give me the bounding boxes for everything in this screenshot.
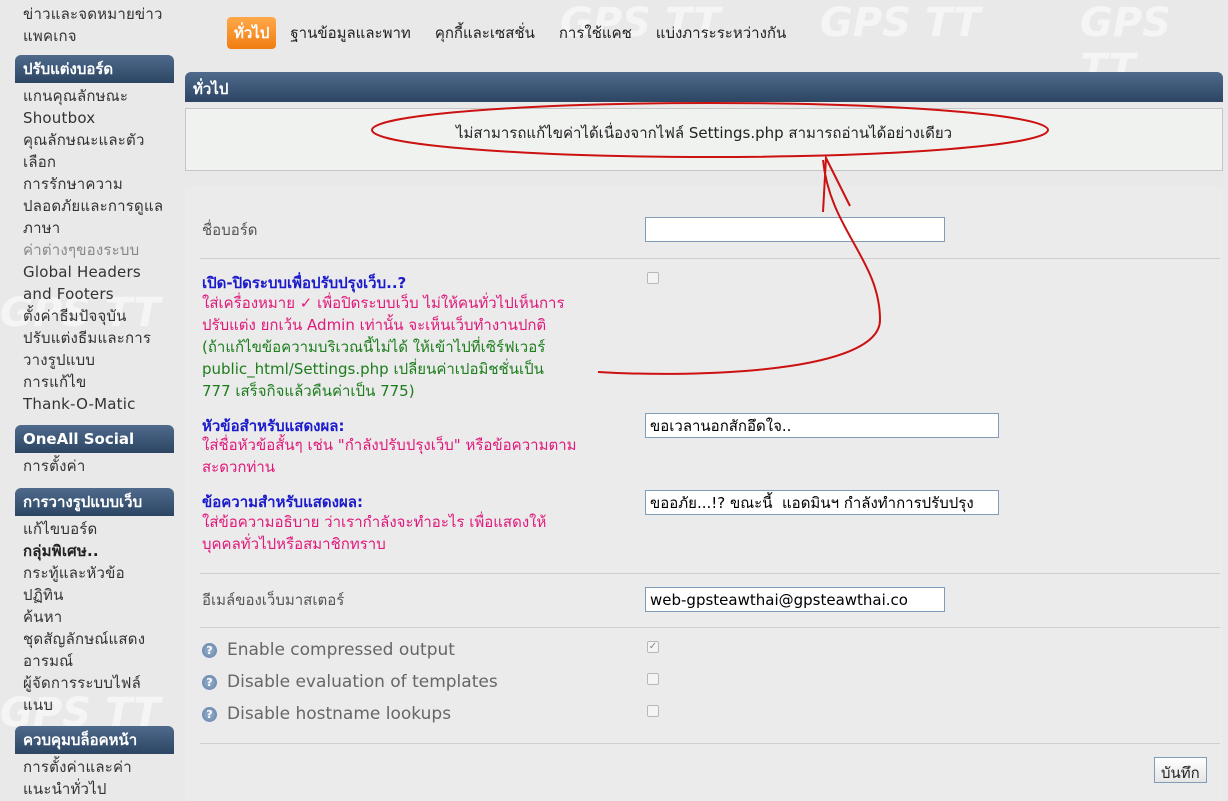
divider xyxy=(200,258,1220,259)
sidebar-item-calendar[interactable]: ปฏิทิน xyxy=(23,584,174,606)
tab-cookies-sessions[interactable]: คุกกี้และเซสชั่น xyxy=(435,21,535,45)
webmaster-email-label: อีเมล์ของเว็บมาสเตอร์ xyxy=(202,591,345,609)
board-name-input[interactable] xyxy=(645,217,945,242)
sidebar-item-special-groups[interactable]: กลุ่มพิเศษ.. xyxy=(23,540,174,562)
compressed-output-checkbox[interactable]: ✓ xyxy=(647,641,659,653)
sidebar-item-portal-settings-cont[interactable]: แนะนำทั่วไป xyxy=(23,778,174,800)
sidebar-item-core-features[interactable]: แกนคุณลักษณะ xyxy=(23,85,174,107)
sidebar-item-packages[interactable]: แพคเกจ xyxy=(23,24,163,48)
sidebar-item-features-options[interactable]: คุณลักษณะและตัว xyxy=(23,129,174,151)
main-content: ทั่วไป ไม่สามารถแก้ไขค่าได้เนื่องจากไฟล์… xyxy=(185,72,1223,171)
sidebar-item-security[interactable]: การรักษาความ xyxy=(23,173,174,195)
option-label: Disable evaluation of templates xyxy=(227,672,498,692)
divider xyxy=(200,627,1220,628)
tab-caching[interactable]: การใช้แคช xyxy=(559,21,632,45)
sidebar-item-attachments-cont[interactable]: แนบ xyxy=(23,694,174,716)
option-label: Enable compressed output xyxy=(227,640,455,660)
readonly-notice: ไม่สามารถแก้ไขค่าได้เนื่องจากไฟล์ Settin… xyxy=(185,108,1223,171)
maintenance-message-desc-line: ใส่ข้อความอธิบาย ว่าเรากำลังจะทำอะไร เพื… xyxy=(202,513,547,531)
option-row: ? Disable evaluation of templates xyxy=(202,672,498,692)
sidebar-group-layout: การวางรูปแบบเว็บ แก้ไขบอร์ด กลุ่มพิเศษ..… xyxy=(15,488,174,716)
sidebar-item-smileys-cont[interactable]: อารมณ์ xyxy=(23,650,174,672)
sidebar-group-portal: ควบคุมบล็อคหน้า การตั้งค่าและค่า แนะนำทั… xyxy=(15,726,174,800)
sidebar-item-thank-o-matic[interactable]: Thank-O-Matic xyxy=(23,393,174,415)
watermark: GPS TT xyxy=(820,0,981,46)
divider xyxy=(200,743,1220,744)
sidebar-item-global-headers[interactable]: Global Headers xyxy=(23,261,174,283)
admin-sidebar: ข่าวและจดหมายข่าว แพคเกจ ปรับแต่งบอร์ด แ… xyxy=(0,0,180,801)
maintenance-message-input[interactable] xyxy=(645,490,999,515)
sidebar-item-themes-layout-cont[interactable]: วางรูปแบบ xyxy=(23,349,174,371)
sidebar-group-title[interactable]: ปรับแต่งบอร์ด xyxy=(15,55,174,83)
maintenance-title-desc-line: ใส่ชื่อหัวข้อสั้นๆ เช่น "กำลังปรับปรุงเว… xyxy=(202,436,577,454)
sidebar-item-search[interactable]: ค้นหา xyxy=(23,606,174,628)
sidebar-top-items: ข่าวและจดหมายข่าว แพคเกจ xyxy=(15,4,163,48)
sidebar-item-attachments[interactable]: ผู้จัดการระบบไฟล์ xyxy=(23,672,174,694)
sidebar-item-modifications[interactable]: การแก้ไข xyxy=(23,371,174,393)
sidebar-item-themes-layout[interactable]: ปรับแต่งธีมและการ xyxy=(23,327,174,349)
sidebar-item-security-cont[interactable]: ปลอดภัยและการดูแล xyxy=(23,195,174,217)
maintenance-note-line: public_html/Settings.php เปลี่ยนค่าเปอมิ… xyxy=(202,360,544,378)
help-icon[interactable]: ? xyxy=(202,642,217,658)
sidebar-item-features-options-cont[interactable]: เลือก xyxy=(23,151,174,173)
disable-hostname-checkbox[interactable] xyxy=(647,705,659,717)
maintenance-note: (ถ้าแก้ไขข้อความบริเวณนี้ไม่ได้ ให้เข้าไ… xyxy=(202,336,545,402)
maintenance-checkbox[interactable] xyxy=(647,272,659,284)
sidebar-item-manage-boards[interactable]: แก้ไขบอร์ด xyxy=(23,518,174,540)
maintenance-message-desc: ใส่ข้อความอธิบาย ว่าเรากำลังจะทำอะไร เพื… xyxy=(202,511,546,555)
sidebar-group-oneall: OneAll Social การตั้งค่า xyxy=(15,425,174,477)
sidebar-group-configuration: ปรับแต่งบอร์ด แกนคุณลักษณะ Shoutbox คุณล… xyxy=(15,55,174,415)
sidebar-group-title[interactable]: OneAll Social xyxy=(15,425,174,453)
maintenance-note-line: (ถ้าแก้ไขข้อความบริเวณนี้ไม่ได้ ให้เข้าไ… xyxy=(202,338,546,356)
option-label: Disable hostname lookups xyxy=(227,704,452,724)
save-button[interactable]: บันทึก xyxy=(1154,757,1207,783)
tab-general[interactable]: ทั่วไป xyxy=(227,17,277,49)
sidebar-item-newsletter[interactable]: ข่าวและจดหมายข่าว xyxy=(23,4,163,24)
sidebar-item-portal-settings[interactable]: การตั้งค่าและค่า xyxy=(23,756,174,778)
sidebar-item-current-theme[interactable]: ตั้งค่าธีมปัจจุบัน xyxy=(23,305,174,327)
maintenance-title-input[interactable] xyxy=(645,413,999,438)
category-title: ทั่วไป xyxy=(185,72,1223,102)
settings-tabs: ทั่วไป ฐานข้อมูลและพาท คุกกี้และเซสชั่น … xyxy=(227,17,810,49)
maintenance-message-desc-line: บุคคลทั่วไปหรือสมาชิกทราบ xyxy=(202,535,386,553)
maintenance-note-line: 777 เสร็จกิจแล้วคืนค่าเป็น 775) xyxy=(202,382,415,400)
disable-templates-checkbox[interactable] xyxy=(647,673,659,685)
sidebar-item-languages[interactable]: ภาษา xyxy=(23,217,174,239)
divider xyxy=(200,573,1220,574)
option-row: ? Disable hostname lookups xyxy=(202,704,451,724)
sidebar-item-posts-topics[interactable]: กระทู้และหัวข้อ xyxy=(23,562,174,584)
maintenance-title-desc-line: สะดวกท่าน xyxy=(202,458,276,476)
sidebar-item-oneall-settings[interactable]: การตั้งค่า xyxy=(23,455,174,477)
sidebar-group-title[interactable]: ควบคุมบล็อคหน้า xyxy=(15,726,174,754)
maintenance-desc-line: ปรับแต่ง ยกเว้น Admin เท่านั้น จะเห็นเว็… xyxy=(202,316,547,334)
webmaster-email-input[interactable] xyxy=(645,587,945,612)
maintenance-desc-line: ใส่เครื่องหมาย ✓ เพื่อปิดระบบเว็บ ไม่ให้… xyxy=(202,294,565,312)
help-icon[interactable]: ? xyxy=(202,674,217,690)
sidebar-item-server-settings[interactable]: ค่าต่างๆของระบบ xyxy=(23,239,174,261)
maintenance-title-desc: ใส่ชื่อหัวข้อสั้นๆ เช่น "กำลังปรับปรุงเว… xyxy=(202,434,577,478)
option-row: ? Enable compressed output xyxy=(202,640,455,660)
notice-text: ไม่สามารถแก้ไขค่าได้เนื่องจากไฟล์ Settin… xyxy=(455,123,953,142)
tab-database-paths[interactable]: ฐานข้อมูลและพาท xyxy=(290,21,410,45)
board-name-label: ชื่อบอร์ด xyxy=(202,221,258,239)
help-icon[interactable]: ? xyxy=(202,706,217,722)
sidebar-item-smileys[interactable]: ชุดสัญลักษณ์แสดง xyxy=(23,628,174,650)
sidebar-item-shoutbox[interactable]: Shoutbox xyxy=(23,107,174,129)
sidebar-item-global-headers-cont[interactable]: and Footers xyxy=(23,283,174,305)
sidebar-group-title[interactable]: การวางรูปแบบเว็บ xyxy=(15,488,174,516)
tab-load-balancing[interactable]: แบ่งภาระระหว่างกัน xyxy=(656,21,786,45)
maintenance-desc: ใส่เครื่องหมาย ✓ เพื่อปิดระบบเว็บ ไม่ให้… xyxy=(202,292,565,336)
